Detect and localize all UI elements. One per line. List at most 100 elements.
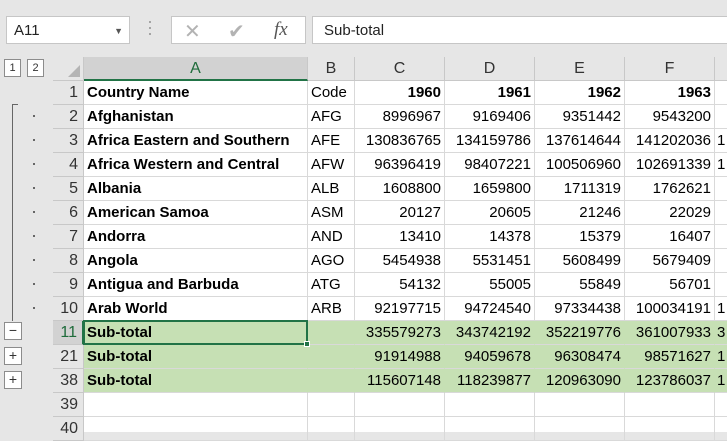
cell-b7[interactable]: AND — [308, 225, 355, 249]
cell-g39[interactable] — [715, 393, 727, 417]
cell-b8[interactable]: AGO — [308, 249, 355, 273]
row-header-38[interactable]: 38 — [53, 369, 84, 393]
cell-d1[interactable]: 1961 — [445, 81, 535, 105]
cell-d7[interactable]: 14378 — [445, 225, 535, 249]
cell-a6[interactable]: American Samoa — [84, 201, 308, 225]
cell-f8[interactable]: 5679409 — [625, 249, 715, 273]
cell-c3[interactable]: 130836765 — [355, 129, 445, 153]
name-box[interactable]: A11 ▼ — [6, 16, 130, 44]
cell-e4[interactable]: 100506960 — [535, 153, 625, 177]
cell-e9[interactable]: 55849 — [535, 273, 625, 297]
row-header-9[interactable]: 9 — [53, 273, 84, 297]
cell-b6[interactable]: ASM — [308, 201, 355, 225]
cell-a10[interactable]: Arab World — [84, 297, 308, 321]
cell-d3[interactable]: 134159786 — [445, 129, 535, 153]
cell-c6[interactable]: 20127 — [355, 201, 445, 225]
cell-b1[interactable]: Code — [308, 81, 355, 105]
cell-g4[interactable]: 1 — [715, 153, 727, 177]
row-header-1[interactable]: 1 — [53, 81, 84, 105]
cell-f21[interactable]: 98571627 — [625, 345, 715, 369]
cell-b40[interactable] — [308, 417, 355, 441]
cell-e7[interactable]: 15379 — [535, 225, 625, 249]
cell-g5[interactable] — [715, 177, 727, 201]
cell-d6[interactable]: 20605 — [445, 201, 535, 225]
row-header-10[interactable]: 10 — [53, 297, 84, 321]
expand-group-button[interactable]: + — [4, 371, 22, 389]
enter-icon[interactable]: ✔ — [228, 19, 245, 44]
cell-d21[interactable]: 94059678 — [445, 345, 535, 369]
cell-b9[interactable]: ATG — [308, 273, 355, 297]
cell-a7[interactable]: Andorra — [84, 225, 308, 249]
cell-d8[interactable]: 5531451 — [445, 249, 535, 273]
row-header-6[interactable]: 6 — [53, 201, 84, 225]
cell-c39[interactable] — [355, 393, 445, 417]
cell-f39[interactable] — [625, 393, 715, 417]
cell-c2[interactable]: 8996967 — [355, 105, 445, 129]
cell-c40[interactable] — [355, 417, 445, 441]
cell-d11[interactable]: 343742192 — [445, 321, 535, 345]
row-header-5[interactable]: 5 — [53, 177, 84, 201]
cell-f5[interactable]: 1762621 — [625, 177, 715, 201]
cell-c21[interactable]: 91914988 — [355, 345, 445, 369]
cell-a11[interactable]: Sub-total — [84, 321, 308, 345]
row-header-11[interactable]: 11 — [53, 321, 84, 345]
cell-e40[interactable] — [535, 417, 625, 441]
cell-e10[interactable]: 97334438 — [535, 297, 625, 321]
chevron-down-icon[interactable]: ▼ — [114, 26, 123, 36]
cell-d38[interactable]: 118239877 — [445, 369, 535, 393]
cell-b38[interactable] — [308, 369, 355, 393]
cell-c5[interactable]: 1608800 — [355, 177, 445, 201]
cell-g7[interactable] — [715, 225, 727, 249]
cell-a40[interactable] — [84, 417, 308, 441]
column-header-b[interactable]: B — [308, 57, 355, 81]
cell-a2[interactable]: Afghanistan — [84, 105, 308, 129]
cancel-icon[interactable]: ✕ — [184, 19, 201, 44]
select-all-corner[interactable] — [53, 57, 84, 81]
outline-level-1-button[interactable]: 1 — [4, 59, 21, 77]
cell-g1[interactable] — [715, 81, 727, 105]
cell-g6[interactable] — [715, 201, 727, 225]
cell-b5[interactable]: ALB — [308, 177, 355, 201]
row-header-2[interactable]: 2 — [53, 105, 84, 129]
cell-b4[interactable]: AFW — [308, 153, 355, 177]
cell-c7[interactable]: 13410 — [355, 225, 445, 249]
cell-a9[interactable]: Antigua and Barbuda — [84, 273, 308, 297]
cell-a8[interactable]: Angola — [84, 249, 308, 273]
cell-a3[interactable]: Africa Eastern and Southern — [84, 129, 308, 153]
cell-d2[interactable]: 9169406 — [445, 105, 535, 129]
column-header-d[interactable]: D — [445, 57, 535, 81]
cell-b2[interactable]: AFG — [308, 105, 355, 129]
cell-e2[interactable]: 9351442 — [535, 105, 625, 129]
cell-c11[interactable]: 335579273 — [355, 321, 445, 345]
cell-e21[interactable]: 96308474 — [535, 345, 625, 369]
outline-level-2-button[interactable]: 2 — [27, 59, 44, 77]
expand-group-button[interactable]: + — [4, 347, 22, 365]
cell-f10[interactable]: 100034191 — [625, 297, 715, 321]
cell-b3[interactable]: AFE — [308, 129, 355, 153]
cell-a4[interactable]: Africa Western and Central — [84, 153, 308, 177]
cell-b21[interactable] — [308, 345, 355, 369]
column-header-a[interactable]: A — [84, 57, 308, 81]
cell-c8[interactable]: 5454938 — [355, 249, 445, 273]
column-header-f[interactable]: F — [625, 57, 715, 81]
cell-g3[interactable]: 1 — [715, 129, 727, 153]
fill-handle[interactable] — [304, 341, 310, 347]
cell-g8[interactable] — [715, 249, 727, 273]
cell-e3[interactable]: 137614644 — [535, 129, 625, 153]
row-header-40[interactable]: 40 — [53, 417, 84, 441]
cell-g2[interactable] — [715, 105, 727, 129]
cell-d40[interactable] — [445, 417, 535, 441]
insert-function-icon[interactable]: fx — [274, 19, 288, 41]
collapse-group-button[interactable]: − — [4, 322, 22, 340]
cell-f9[interactable]: 56701 — [625, 273, 715, 297]
cell-f6[interactable]: 22029 — [625, 201, 715, 225]
cell-e11[interactable]: 352219776 — [535, 321, 625, 345]
formula-input[interactable]: Sub-total — [312, 16, 727, 44]
cell-g10[interactable]: 1 — [715, 297, 727, 321]
cell-c1[interactable]: 1960 — [355, 81, 445, 105]
cell-e39[interactable] — [535, 393, 625, 417]
cell-g9[interactable] — [715, 273, 727, 297]
cell-b39[interactable] — [308, 393, 355, 417]
column-header-partial[interactable] — [715, 57, 727, 81]
cell-c38[interactable]: 115607148 — [355, 369, 445, 393]
